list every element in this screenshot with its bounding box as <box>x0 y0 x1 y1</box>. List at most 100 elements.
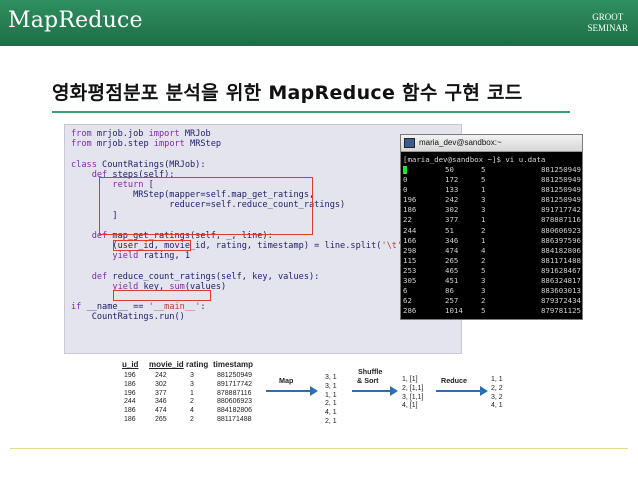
code-line: def reduce_count_ratings(self, key, valu… <box>71 272 407 282</box>
flow-item: 4, 1 <box>325 409 337 417</box>
flow-item: 4, 1 <box>491 402 503 410</box>
terminal-cell: 451 <box>445 276 459 286</box>
code-line: yield rating, 1 <box>71 251 407 261</box>
terminal-cell: 878887116 <box>540 215 581 225</box>
code-token: def <box>71 271 108 282</box>
table-cell: 196 <box>124 372 136 379</box>
terminal-cell: 880606923 <box>540 225 581 235</box>
terminal-cell: 1 <box>481 185 486 195</box>
flow-item: 3, [1,1] <box>402 393 424 401</box>
code-line: class CountRatings(MRJob): <box>71 160 407 170</box>
terminal-titlebar[interactable]: maria_dev@sandbox:~ <box>401 135 582 152</box>
terminal-cell: 886397596 <box>540 235 581 245</box>
terminal-cell: 86 <box>445 286 454 296</box>
terminal-cell: 5 <box>481 165 486 174</box>
terminal-cell: 891717742 <box>540 205 581 215</box>
table-cell: 880606923 <box>217 398 253 406</box>
terminal-cell: 879372434 <box>540 296 581 306</box>
terminal-cell: 881250949 <box>540 175 581 185</box>
table-cell: 186 <box>124 380 136 388</box>
reduce-arrow <box>436 386 488 396</box>
code-token: from <box>71 129 92 139</box>
terminal-cell: 883603013 <box>540 286 581 296</box>
steps-highlight-box <box>99 177 313 235</box>
terminal-cell: 115 <box>403 255 417 265</box>
flow-item: 1, 1 <box>491 376 503 383</box>
flow-item: 3, 2 <box>491 393 503 401</box>
terminal-cursor <box>403 166 407 174</box>
col-header-movie-id: movie_id <box>149 360 184 369</box>
table-cell: 242 <box>155 372 167 379</box>
terminal-cell: 166 <box>403 235 417 245</box>
terminal-cell: 265 <box>445 255 459 265</box>
terminal-cell: 1 <box>481 215 486 225</box>
code-line: if __name__ == '__main__': <box>71 302 407 312</box>
terminal-cell: 51 <box>445 225 454 235</box>
col-header-timestamp: timestamp <box>213 360 254 369</box>
header-bar: MapReduce GROOT SEMINAR <box>0 0 638 46</box>
flow-item: 2, [1,1] <box>402 384 424 392</box>
terminal-cell: 1 <box>481 235 486 245</box>
terminal-cell: 0 <box>403 185 408 195</box>
table-cell: 265 <box>155 416 167 423</box>
terminal-cell: 377 <box>445 215 459 225</box>
terminal-cell: 884182806 <box>540 245 581 255</box>
terminal-cell: 5 <box>481 175 486 185</box>
terminal-cell: 465 <box>445 265 459 275</box>
flow-item: 3, 1 <box>325 374 337 381</box>
terminal-title: maria_dev@sandbox:~ <box>419 138 502 147</box>
code-token: mrjob.job <box>91 129 149 139</box>
terminal-cell: 3 <box>481 195 486 205</box>
reduce-output-list: 1, 1 2, 2 3, 2 4, 1 <box>491 376 503 411</box>
terminal-cell: 257 <box>445 296 459 306</box>
brand-line-1: GROOT <box>592 12 624 22</box>
terminal-cell: 6 <box>403 286 408 296</box>
map-output-list: 3, 1 3, 1 1, 1 2, 1 4, 1 2, 1 <box>325 374 337 427</box>
table-cell: 3 <box>190 372 194 379</box>
table-cell: 196 <box>124 389 136 397</box>
code-token: CountRatings.run() <box>71 312 185 323</box>
footer-rule <box>10 448 628 449</box>
map-label: Map <box>279 376 294 385</box>
code-line: CountRatings.run() <box>71 312 407 322</box>
terminal-cell: 298 <box>403 245 417 255</box>
title-underline <box>52 111 570 113</box>
header-title: MapReduce <box>8 8 143 33</box>
code-token: mrjob.step <box>91 139 154 150</box>
col-header-rating: rating <box>186 360 209 369</box>
terminal-cell: 0 <box>403 175 408 185</box>
terminal-cell: 242 <box>445 195 459 205</box>
terminal-cell: 881171488 <box>540 255 581 265</box>
shuffle-label-2: & Sort <box>357 376 379 385</box>
terminal-cell: 881250949 <box>540 195 581 205</box>
table-cell: 346 <box>155 398 167 406</box>
code-token: '__main__' <box>148 302 201 313</box>
terminal-cell: 3 <box>481 276 486 286</box>
terminal-cell: 253 <box>403 265 417 275</box>
terminal-cell: 891628467 <box>540 265 581 275</box>
terminal-cell: 2 <box>481 255 486 265</box>
brand-logo: GROOT SEMINAR <box>587 12 628 34</box>
terminal-cell: 346 <box>445 235 459 245</box>
slide-title: 영화평점분포 분석을 위한 MapReduce 함수 구현 코드 <box>52 82 523 104</box>
table-cell: 474 <box>155 407 167 415</box>
flow-item: 4, [1] <box>402 402 418 410</box>
code-token: from <box>71 139 92 150</box>
brand-line-2: SEMINAR <box>587 23 628 33</box>
terminal-cell: 22 <box>403 215 412 225</box>
flow-item: 3, 1 <box>325 382 337 390</box>
terminal-cell: 2 <box>481 296 486 306</box>
table-cell: 891717742 <box>217 380 253 388</box>
shuffle-arrow <box>352 386 398 396</box>
terminal-window[interactable]: maria_dev@sandbox:~ [maria_dev@sandbox ~… <box>400 134 583 320</box>
terminal-prompt: [maria_dev@sandbox ~]$ vi u.data <box>403 155 545 164</box>
shuffle-output-list: 1, [1] 2, [1,1] 3, [1,1] 4, [1] <box>402 376 423 411</box>
table-cell: 881171488 <box>217 416 252 423</box>
terminal-cell: 879781125 <box>540 306 581 316</box>
map-arrow <box>266 386 318 396</box>
terminal-cell: 133 <box>445 185 459 195</box>
terminal-cell: 50 <box>445 165 454 174</box>
flow-item: 2, 1 <box>325 400 337 408</box>
mapper-name-highlight-box <box>113 240 191 251</box>
code-token: class <box>71 159 97 170</box>
